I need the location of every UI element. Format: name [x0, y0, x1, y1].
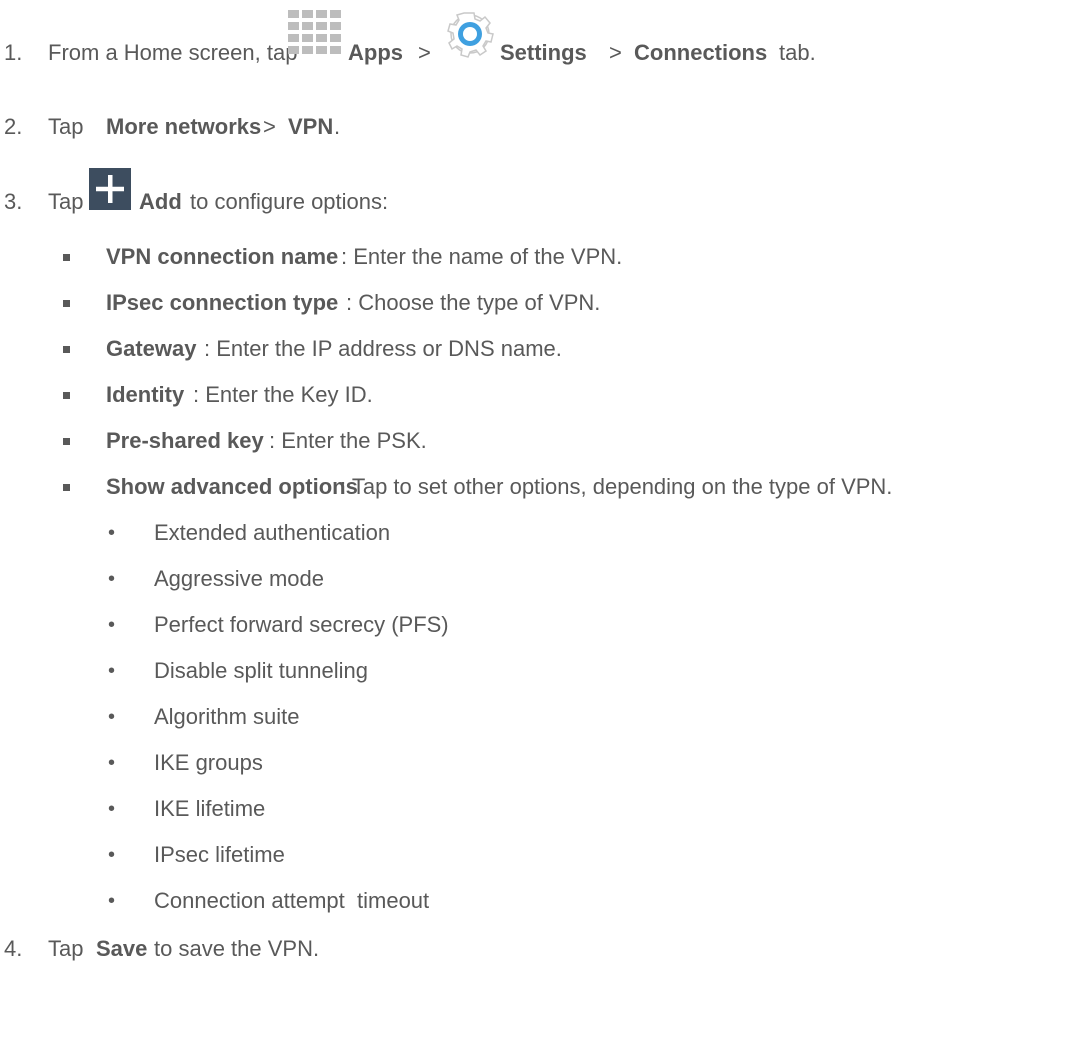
option-term: Identity	[106, 382, 185, 407]
square-bullet-icon	[63, 484, 70, 491]
bullet-dot-icon: •	[108, 844, 116, 866]
option-term: Pre-shared key	[106, 428, 264, 453]
period: .	[334, 114, 341, 139]
step-text: Tap	[48, 189, 84, 214]
option-desc: : Enter the PSK.	[269, 428, 427, 453]
step-text: tab.	[779, 40, 816, 65]
advanced-option: Extended authentication	[154, 520, 391, 545]
bullet-dot-icon: •	[108, 660, 116, 682]
apps-label: Apps	[348, 40, 403, 65]
more-networks-label: More networks	[106, 114, 262, 139]
separator: >	[609, 40, 622, 65]
advanced-option: Algorithm suite	[154, 704, 300, 729]
bullet-dot-icon: •	[108, 522, 116, 544]
step-text: Tap	[48, 936, 84, 961]
square-bullet-icon	[63, 392, 70, 399]
add-label: Add	[139, 189, 182, 214]
option-term: VPN connection name	[106, 244, 339, 269]
bullet-dot-icon: •	[108, 890, 116, 912]
option-desc: : Enter the Key ID.	[193, 382, 373, 407]
square-bullet-icon	[63, 438, 70, 445]
step-number: 2.	[4, 114, 23, 139]
square-bullet-icon	[63, 346, 70, 353]
step-number: 1.	[4, 40, 23, 65]
square-bullet-icon	[63, 300, 70, 307]
apps-grid-icon	[286, 10, 344, 58]
save-label: Save	[96, 936, 148, 961]
option-desc: : Choose the type of VPN.	[346, 290, 601, 315]
square-bullet-icon	[63, 254, 70, 261]
option-desc: : Enter the name of the VPN.	[341, 244, 623, 269]
option-term: IPsec connection type	[106, 290, 339, 315]
option-desc: : Tap to set other options, depending on…	[340, 474, 893, 499]
advanced-option: IKE lifetime	[154, 796, 266, 821]
bullet-dot-icon: •	[108, 706, 116, 728]
step-number: 4.	[4, 936, 23, 961]
advanced-option: Connection attempt timeout	[154, 888, 430, 913]
step-text: to save the VPN.	[154, 936, 320, 961]
document-page: { "steps": [ { "number": "1.", "parts": …	[0, 0, 1086, 1045]
connections-label: Connections	[634, 40, 768, 65]
option-term: Gateway	[106, 336, 197, 361]
bullet-dot-icon: •	[108, 568, 116, 590]
step-text: Tap	[48, 114, 84, 139]
step-text: to configure options:	[190, 189, 389, 214]
option-term: Show advanced options	[106, 474, 358, 499]
option-desc: : Enter the IP address or DNS name.	[204, 336, 562, 361]
settings-label: Settings	[500, 40, 587, 65]
advanced-option: Disable split tunneling	[154, 658, 369, 683]
vpn-label: VPN	[288, 114, 334, 139]
bullet-dot-icon: •	[108, 614, 116, 636]
separator: >	[263, 114, 276, 139]
bullet-dot-icon: •	[108, 752, 116, 774]
settings-gear-icon	[445, 10, 495, 60]
separator: >	[418, 40, 431, 65]
bullet-dot-icon: •	[108, 798, 116, 820]
advanced-option: IKE groups	[154, 750, 263, 775]
advanced-option: IPsec lifetime	[154, 842, 285, 867]
add-plus-icon	[89, 168, 131, 210]
advanced-option: Perfect forward secrecy (PFS)	[154, 612, 449, 637]
step-number: 3.	[4, 189, 23, 214]
advanced-option: Aggressive mode	[154, 566, 324, 591]
step-text: From a Home screen, tap	[48, 40, 298, 65]
